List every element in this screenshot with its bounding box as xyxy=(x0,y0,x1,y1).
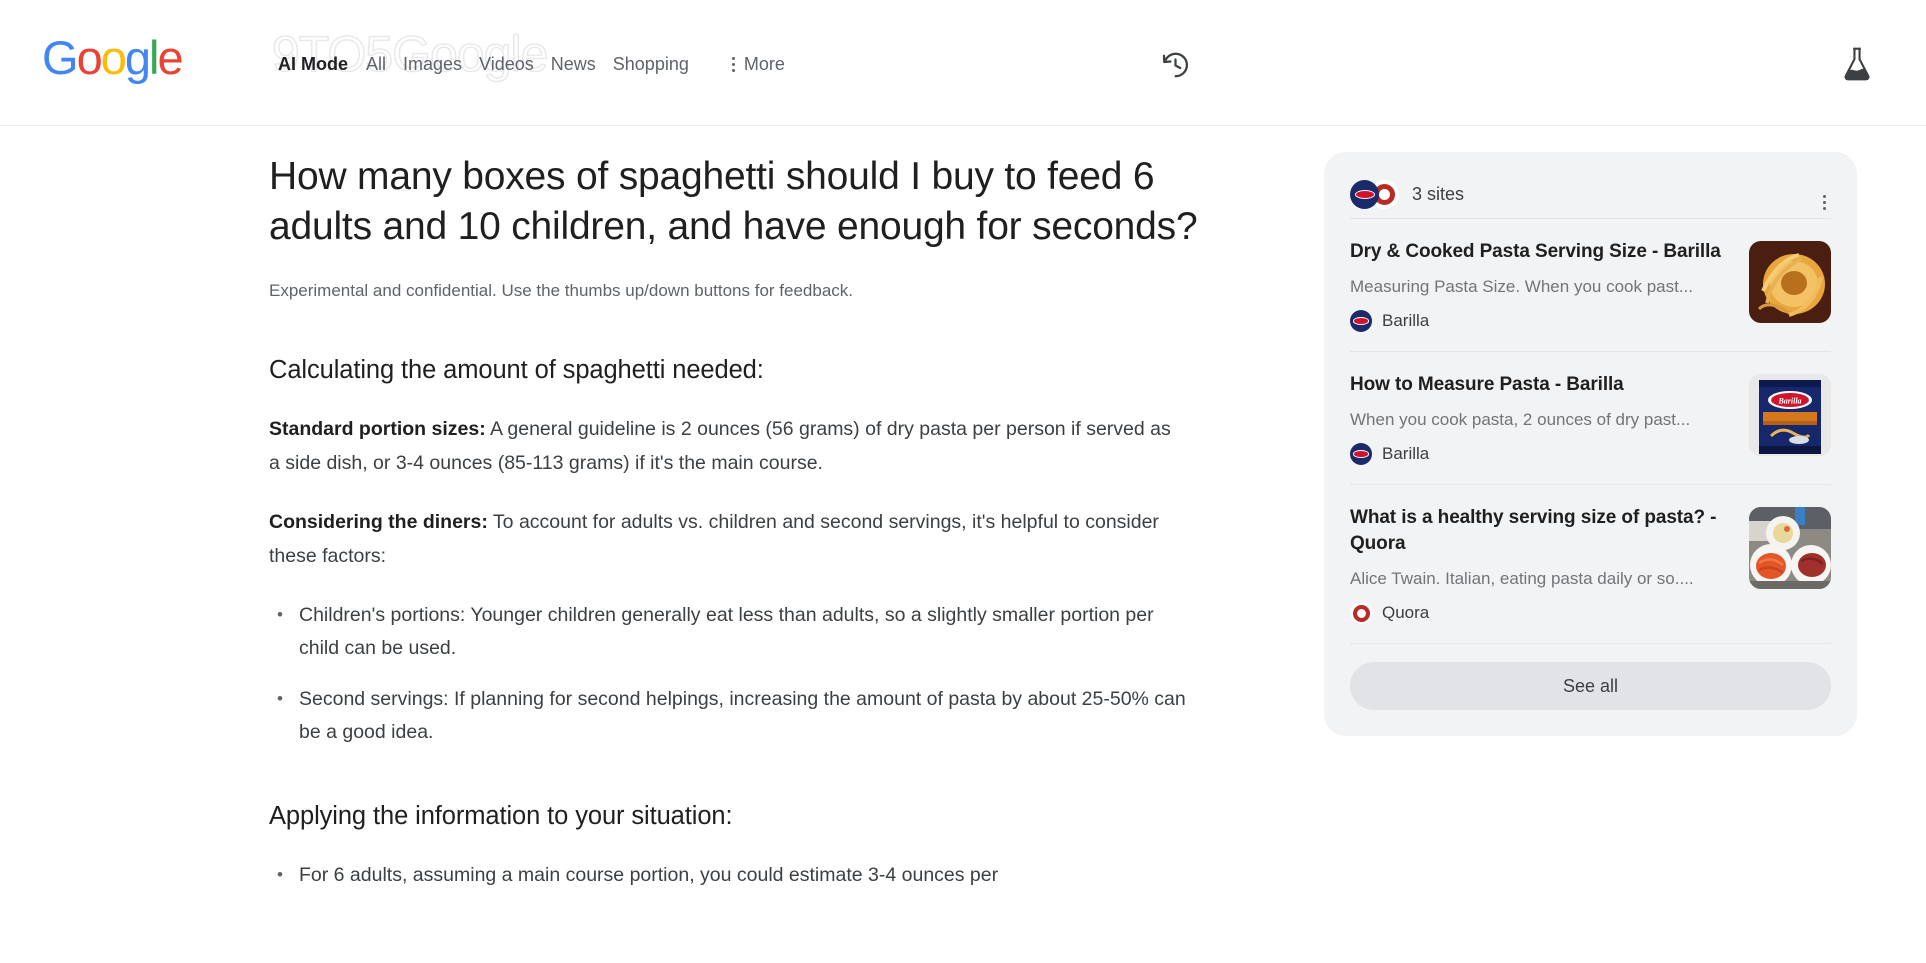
source-attribution: Quora xyxy=(1350,602,1733,624)
barilla-favicon xyxy=(1350,310,1372,332)
barilla-box-thumbnail: Barilla xyxy=(1749,374,1831,456)
google-logo[interactable]: Google xyxy=(42,31,184,84)
source-list-item-2[interactable]: How to Measure Pasta - Barilla When you … xyxy=(1350,351,1831,484)
barilla-favicon xyxy=(1350,443,1372,465)
site-favicon-stack xyxy=(1350,179,1399,209)
paragraph-2-lead: Considering the diners: xyxy=(269,511,488,533)
source-attribution: Barilla xyxy=(1350,310,1733,332)
page-body: How many boxes of spaghetti should I buy… xyxy=(0,126,1926,962)
source-snippet: Measuring Pasta Size. When you cook past… xyxy=(1350,277,1694,296)
list-item: Children's portions: Younger children ge… xyxy=(269,598,1199,665)
source-attribution: Barilla xyxy=(1350,443,1733,465)
experimental-disclaimer: Experimental and confidential. Use the t… xyxy=(269,281,854,300)
nav-tab-videos[interactable]: Videos xyxy=(479,52,551,76)
source-title: How to Measure Pasta - Barilla xyxy=(1350,374,1624,395)
section-heading-calculating: Calculating the amount of spaghetti need… xyxy=(269,356,764,384)
logo-letter-e: e xyxy=(157,31,183,84)
list-item: For 6 adults, assuming a main course por… xyxy=(269,858,1199,892)
source-name: Barilla xyxy=(1382,311,1430,330)
pasta-nest-thumbnail xyxy=(1749,241,1831,323)
more-vertical-dots-icon xyxy=(731,56,735,72)
source-name: Quora xyxy=(1382,603,1430,622)
lab-flask-icon[interactable] xyxy=(1840,45,1874,83)
pasta-plates-thumbnail xyxy=(1749,507,1831,589)
logo-letter-o2: o xyxy=(100,31,127,84)
source-list-item-1[interactable]: Dry & Cooked Pasta Serving Size - Barill… xyxy=(1350,218,1831,351)
source-list-item-3[interactable]: What is a healthy serving size of pasta?… xyxy=(1350,484,1831,643)
nav-tab-news[interactable]: News xyxy=(551,52,613,76)
logo-letter-g1: G xyxy=(42,31,79,84)
barilla-favicon xyxy=(1350,179,1379,209)
search-mode-nav: AI Mode All Images Videos News Shopping … xyxy=(278,52,785,76)
history-icon[interactable] xyxy=(1160,50,1190,80)
sources-card: 3 sites Dry & Cooked Pasta Serving Size … xyxy=(1324,152,1857,736)
quora-favicon xyxy=(1350,602,1372,624)
nav-tab-images[interactable]: Images xyxy=(403,52,479,76)
page-header: Google 9TO5Google AI Mode All Images Vid… xyxy=(0,0,1926,126)
svg-text:Barilla: Barilla xyxy=(1777,397,1801,406)
paragraph-1-lead: Standard portion sizes: xyxy=(269,418,486,440)
nav-tab-all[interactable]: All xyxy=(366,52,403,76)
factors-bullet-list: Children's portions: Younger children ge… xyxy=(269,598,1199,749)
paragraph-considering-diners: Considering the diners: To account for a… xyxy=(269,505,1179,573)
source-title: What is a healthy serving size of pasta?… xyxy=(1350,507,1717,554)
section-heading-applying: Applying the information to your situati… xyxy=(269,802,733,830)
sites-count-label: 3 sites xyxy=(1412,184,1465,204)
source-name: Barilla xyxy=(1382,444,1430,463)
sources-card-header: 3 sites xyxy=(1350,174,1831,214)
more-options-icon[interactable] xyxy=(1820,182,1829,213)
applying-bullet-list: For 6 adults, assuming a main course por… xyxy=(269,858,1199,892)
paragraph-standard-portion-sizes: Standard portion sizes: A general guidel… xyxy=(269,412,1179,480)
nav-tab-shopping[interactable]: Shopping xyxy=(613,52,706,76)
source-snippet: Alice Twain. Italian, eating pasta daily… xyxy=(1350,569,1694,588)
sources-divider xyxy=(1350,643,1831,644)
list-item: Second servings: If planning for second … xyxy=(269,682,1199,749)
see-all-button[interactable]: See all xyxy=(1350,662,1831,710)
source-title: Dry & Cooked Pasta Serving Size - Barill… xyxy=(1350,241,1721,262)
source-snippet: When you cook pasta, 2 ounces of dry pas… xyxy=(1350,410,1691,429)
nav-more-button[interactable]: More xyxy=(731,52,785,76)
logo-letter-o1: o xyxy=(76,31,103,84)
nav-tab-ai-mode[interactable]: AI Mode xyxy=(278,52,366,76)
logo-letter-g2: g xyxy=(124,31,151,84)
nav-more-label: More xyxy=(743,54,785,74)
answer-column: How many boxes of spaghetti should I buy… xyxy=(269,152,1229,892)
page-title: How many boxes of spaghetti should I buy… xyxy=(269,155,1198,248)
